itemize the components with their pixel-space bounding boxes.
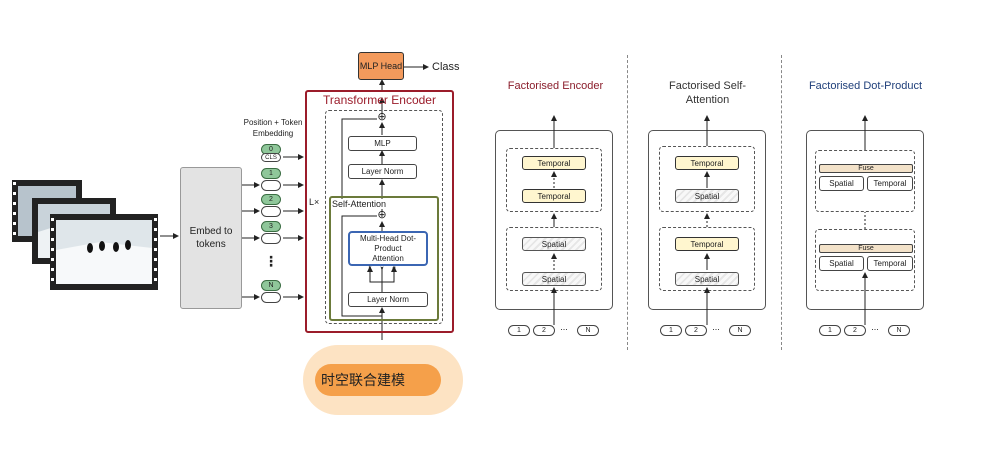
class-label: Class [432,61,460,73]
separator-1 [627,55,628,350]
panel-1-input-n: N [577,325,599,336]
token-ellipsis: ⋮ [264,253,278,269]
panel-1-temporal-2: Temporal [522,189,586,203]
panel-2-input-2: 2 [685,325,707,336]
panel-2-temporal-1: Temporal [675,156,739,170]
panel-3-temporal-1: Temporal [867,176,913,191]
mlp-box: MLP [348,136,417,151]
self-attention-title: Self-Attention [332,199,392,209]
mlp-label: MLP [374,139,391,148]
layer-norm-top: Layer Norm [348,164,417,179]
mlp-head-label: MLP Head [359,61,403,71]
panel-2-spatial-2: Spatial [675,272,739,286]
banner: 时空联合建模 [315,364,441,396]
transformer-encoder-title: Transformer Encoder [323,93,436,107]
panel-3-input-2: 2 [844,325,866,336]
panel-1-spatial-2: Spatial [522,272,586,286]
panel-1-spatial-1: Spatial [522,237,586,251]
panel-3-input-ellipsis: ... [871,322,879,332]
panel-3-fuse-2: Fuse [819,244,913,253]
layer-norm-bottom-label: Layer Norm [367,295,409,304]
panel-3-input-1: 1 [819,325,841,336]
panel-1-input-1: 1 [508,325,530,336]
token-n-embedding [261,292,281,303]
panel-3-spatial-1: Spatial [819,176,864,191]
panel-3-temporal-2: Temporal [867,256,913,271]
banner-text: 时空联合建模 [321,373,405,389]
panel-3-spatial-2: Spatial [819,256,864,271]
residual-add-top: ⊕ [377,111,387,123]
token-n: N [261,280,281,291]
panel-2-input-n: N [729,325,751,336]
panel-1-input-2: 2 [533,325,555,336]
multi-head-attention-label: Multi-Head Dot-Product Attention [359,233,416,263]
token-3-embedding [261,233,281,244]
panel-1-input-ellipsis: ... [560,322,568,332]
token-1-embedding [261,180,281,191]
query-label: q [392,266,396,272]
panel-2-title: Factorised Self-Attention [668,80,747,106]
layer-norm-top-label: Layer Norm [361,167,404,176]
panel-3-fuse-1: Fuse [819,164,913,173]
l-times-label: L× [309,197,320,207]
separator-2 [781,55,782,350]
key-label: k [368,266,372,272]
layer-norm-bottom: Layer Norm [348,292,428,307]
panel-1-temporal-1: Temporal [522,156,586,170]
panel-2-input-ellipsis: ... [712,322,720,332]
value-label: v [380,266,384,272]
token-2-embedding [261,206,281,217]
panel-3-input-n: N [888,325,910,336]
token-3: 3 [261,221,281,232]
panel-2-spatial-1: Spatial [675,189,739,203]
mlp-head-box: MLP Head [358,52,404,80]
token-cls: CLS [261,153,281,162]
panel-3-title: Factorised Dot-Product [808,80,923,92]
panel-1-title: Factorised Encoder [507,80,604,92]
token-2: 2 [261,194,281,205]
token-1: 1 [261,168,281,179]
panel-2-temporal-2: Temporal [675,237,739,251]
panel-2-input-1: 1 [660,325,682,336]
multi-head-attention-box: Multi-Head Dot-Product Attention [348,231,428,266]
